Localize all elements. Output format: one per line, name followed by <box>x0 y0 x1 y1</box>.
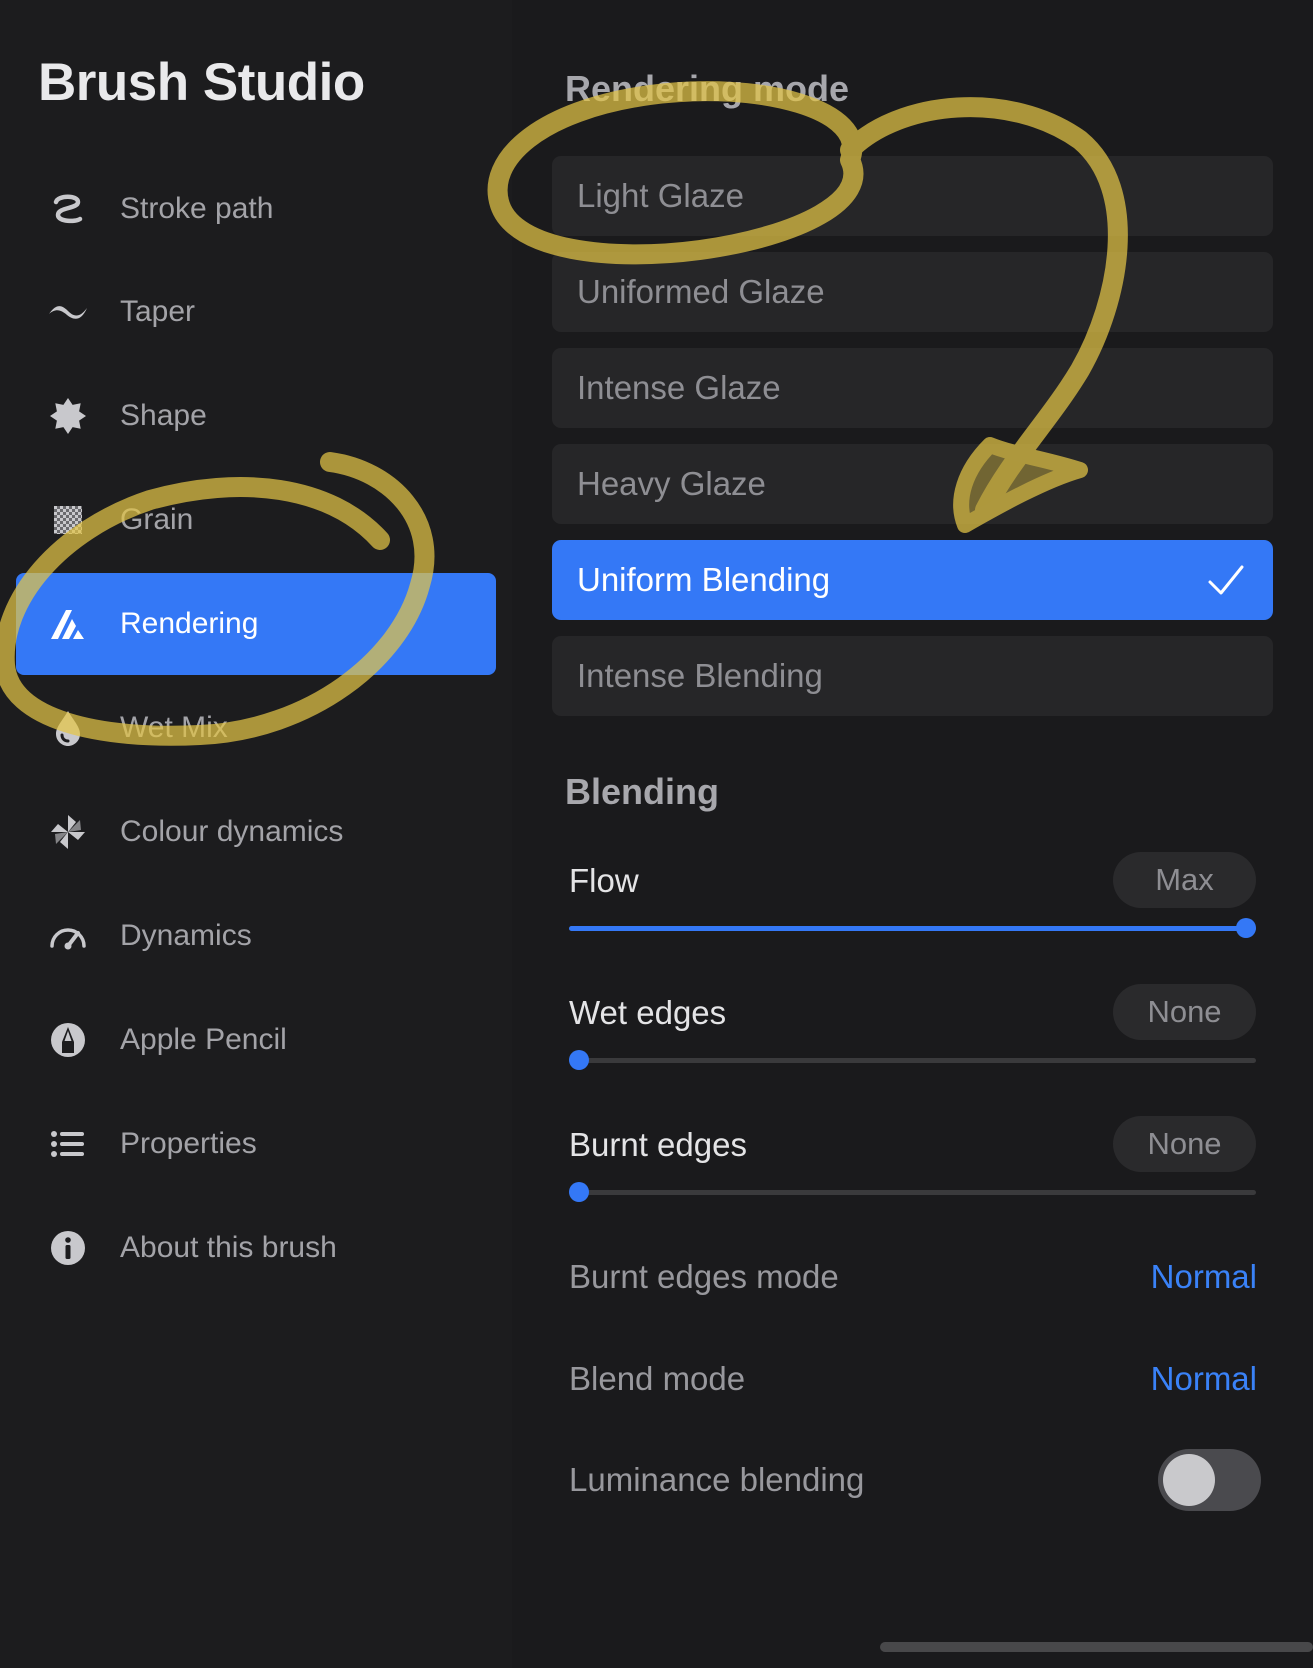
option-label: Intense Glaze <box>577 369 781 406</box>
flow-slider-fill <box>569 926 1256 931</box>
sidebar-item-apple-pencil[interactable]: Apple Pencil <box>16 989 496 1091</box>
rendering-option-uniform-blending[interactable]: Uniform Blending <box>552 540 1273 620</box>
sidebar-item-label: Taper <box>120 295 196 328</box>
wet-edges-slider[interactable] <box>569 1050 1256 1070</box>
sidebar-item-rendering[interactable]: Rendering <box>16 573 496 675</box>
colour-dynamics-icon <box>48 812 88 852</box>
sidebar-item-label: Shape <box>120 399 207 432</box>
rendering-option-intense-blending[interactable]: Intense Blending <box>552 636 1273 716</box>
taper-icon <box>48 292 88 332</box>
burnt-edges-mode-value[interactable]: Normal <box>1151 1258 1257 1296</box>
dynamics-icon <box>48 916 88 956</box>
sidebar-item-grain[interactable]: Grain <box>16 469 496 571</box>
rendering-option-light-glaze[interactable]: Light Glaze <box>552 156 1273 236</box>
blend-mode-label: Blend mode <box>569 1360 746 1397</box>
sidebar-item-dynamics[interactable]: Dynamics <box>16 885 496 987</box>
sidebar-item-label: Colour dynamics <box>120 815 344 848</box>
option-label: Uniform Blending <box>577 561 831 598</box>
sidebar-item-label: Apple Pencil <box>120 1023 287 1056</box>
rendering-icon <box>48 604 88 644</box>
rendering-option-intense-glaze[interactable]: Intense Glaze <box>552 348 1273 428</box>
burnt-edges-slider[interactable] <box>569 1182 1256 1202</box>
scroll-indicator[interactable] <box>880 1642 1313 1652</box>
burnt-edges-label: Burnt edges <box>569 1126 747 1163</box>
toggle-knob <box>1163 1454 1215 1506</box>
sidebar-item-taper[interactable]: Taper <box>16 261 496 363</box>
properties-icon <box>48 1124 88 1164</box>
sidebar-item-label: Properties <box>120 1127 257 1160</box>
settings-panel: Rendering mode Light Glaze Uniformed Gla… <box>512 0 1313 1668</box>
sidebar-item-wet-mix[interactable]: Wet Mix <box>16 677 496 779</box>
luminance-blending-label: Luminance blending <box>569 1461 865 1498</box>
sidebar-item-properties[interactable]: Properties <box>16 1093 496 1195</box>
rendering-option-uniformed-glaze[interactable]: Uniformed Glaze <box>552 252 1273 332</box>
stroke-path-icon <box>48 189 88 229</box>
sidebar-item-about-this-brush[interactable]: About this brush <box>16 1197 496 1299</box>
flow-value[interactable]: Max <box>1113 852 1256 908</box>
sidebar-item-label: Wet Mix <box>120 711 228 744</box>
rendering-mode-heading: Rendering mode <box>565 68 850 109</box>
wet-edges-label: Wet edges <box>569 994 727 1031</box>
wet-mix-icon <box>48 708 88 748</box>
burnt-edges-mode-label: Burnt edges mode <box>569 1258 839 1295</box>
option-label: Heavy Glaze <box>577 465 766 502</box>
sidebar-item-label: About this brush <box>120 1231 337 1264</box>
sidebar-item-label: Dynamics <box>120 919 252 952</box>
sidebar-item-label: Stroke path <box>120 192 274 225</box>
sidebar-item-colour-dynamics[interactable]: Colour dynamics <box>16 781 496 883</box>
burnt-edges-slider-thumb[interactable] <box>569 1182 590 1202</box>
sidebar-item-shape[interactable]: Shape <box>16 365 496 467</box>
sidebar-item-label: Rendering <box>120 607 259 640</box>
blend-mode-value[interactable]: Normal <box>1151 1360 1257 1398</box>
flow-label: Flow <box>569 862 639 899</box>
wet-edges-slider-thumb[interactable] <box>569 1050 590 1070</box>
option-label: Light Glaze <box>577 177 744 214</box>
apple-pencil-icon <box>48 1020 88 1060</box>
rendering-option-heavy-glaze[interactable]: Heavy Glaze <box>552 444 1273 524</box>
sidebar-item-label: Grain <box>120 503 194 536</box>
option-label: Intense Blending <box>577 657 823 694</box>
sidebar-item-stroke-path[interactable]: Stroke path <box>16 158 496 260</box>
shape-icon <box>48 396 88 436</box>
blending-heading: Blending <box>565 771 719 812</box>
checkmark-icon <box>1208 565 1244 595</box>
luminance-blending-toggle[interactable] <box>1158 1449 1261 1511</box>
grain-icon <box>48 500 88 540</box>
info-icon <box>48 1228 88 1268</box>
burnt-edges-value[interactable]: None <box>1113 1116 1256 1172</box>
flow-slider-thumb[interactable] <box>1235 918 1256 938</box>
sidebar: Brush Studio Stroke path Taper Shape Gra… <box>0 0 512 1668</box>
app-title: Brush Studio <box>38 53 365 112</box>
flow-slider[interactable] <box>569 918 1256 938</box>
wet-edges-value[interactable]: None <box>1113 984 1256 1040</box>
option-label: Uniformed Glaze <box>577 273 825 310</box>
brush-studio-window: Brush Studio Stroke path Taper Shape Gra… <box>0 0 1313 1668</box>
